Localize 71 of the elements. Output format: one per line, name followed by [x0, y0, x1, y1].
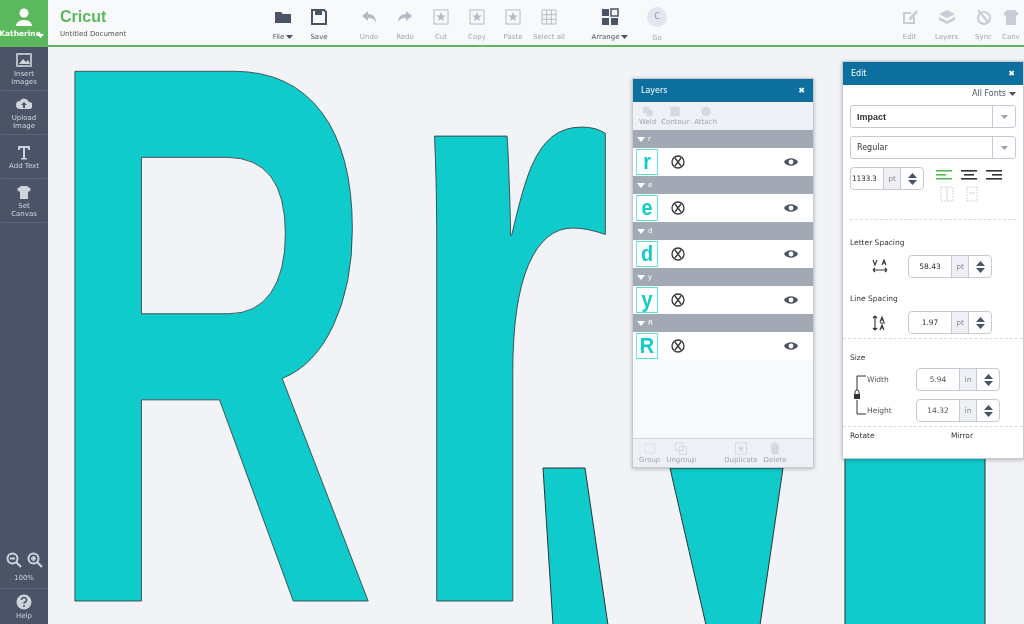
blade-circle-icon — [671, 155, 685, 169]
caret-icon — [621, 34, 629, 39]
stepper-icon — [975, 260, 985, 273]
help-icon — [16, 593, 32, 610]
canvas-letter[interactable]: r — [398, 47, 614, 624]
zoom-in-button[interactable] — [26, 552, 43, 568]
close-button[interactable]: ✖ — [1008, 68, 1015, 79]
blade-circle-icon — [671, 339, 685, 353]
grid-icon — [540, 7, 558, 26]
zoom-out-button[interactable] — [5, 552, 22, 568]
stepper-icon — [907, 172, 917, 185]
dropdown[interactable]: Impact — [850, 105, 1016, 128]
panel-header: Edit ✖ — [843, 62, 1023, 85]
caret-icon — [1009, 91, 1016, 96]
caret-down-icon — [637, 273, 645, 281]
caret-down-icon — [637, 135, 645, 143]
logo: Cricut — [60, 7, 107, 26]
user-icon — [16, 7, 32, 26]
distribute-icon — [940, 186, 954, 202]
eye-icon[interactable] — [783, 341, 799, 351]
letter-spacing-icon — [872, 258, 888, 275]
star-square-icon — [432, 7, 450, 26]
layers-icon — [937, 7, 956, 26]
panel-header: Layers ✖ — [633, 79, 813, 102]
image-icon — [16, 51, 32, 68]
blade-icon — [974, 7, 993, 26]
layer-thumbnail[interactable]: r — [636, 149, 658, 175]
eye-icon[interactable] — [783, 295, 799, 305]
line-spacing-icon — [872, 314, 888, 331]
blade-circle-icon — [671, 247, 685, 261]
eye-icon[interactable] — [783, 249, 799, 259]
eye-icon[interactable] — [783, 203, 799, 213]
shirt-icon — [1002, 7, 1020, 26]
dropdown[interactable]: Regular — [850, 136, 1016, 159]
caret-down-icon — [637, 181, 645, 189]
close-button[interactable]: ✖ — [798, 85, 805, 96]
caret-down-icon — [1000, 114, 1008, 119]
save-icon — [310, 7, 328, 26]
trash-icon — [768, 442, 783, 455]
grid-squares-icon — [601, 7, 619, 26]
ungroup-icon — [674, 442, 689, 455]
eye-icon[interactable] — [783, 157, 799, 167]
align-center-icon[interactable] — [961, 169, 977, 180]
caret-down-icon — [1000, 145, 1008, 150]
align-right-icon[interactable] — [986, 169, 1002, 180]
blade-circle-icon — [671, 201, 685, 215]
layer-thumbnail[interactable]: e — [636, 195, 658, 221]
canvas-letter[interactable]: R — [48, 47, 378, 624]
square-icon — [668, 106, 683, 117]
duplicate-icon — [733, 442, 748, 455]
caret-icon — [286, 34, 294, 39]
layer-thumbnail[interactable]: y — [636, 287, 658, 313]
star-square-icon — [504, 7, 522, 26]
star-square-icon — [468, 7, 486, 26]
weld-icon — [640, 106, 655, 117]
font-filter-dropdown[interactable]: All Fonts — [971, 89, 1016, 98]
text-box-icon — [966, 186, 978, 202]
circle-icon — [698, 106, 713, 117]
zoom-in-icon — [26, 552, 43, 568]
stepper-icon — [983, 373, 993, 386]
caret-down-icon — [637, 319, 645, 327]
text-icon — [16, 143, 32, 160]
layer-thumbnail[interactable]: d — [636, 241, 658, 267]
blade-circle-icon — [671, 293, 685, 307]
layer-thumbnail[interactable]: R — [636, 333, 658, 359]
caret-icon — [37, 34, 44, 38]
stepper-icon — [975, 316, 985, 329]
zoom-out-icon — [5, 552, 22, 568]
caret-down-icon — [637, 227, 645, 235]
stepper-icon — [983, 404, 993, 417]
shirt-icon — [16, 183, 32, 200]
